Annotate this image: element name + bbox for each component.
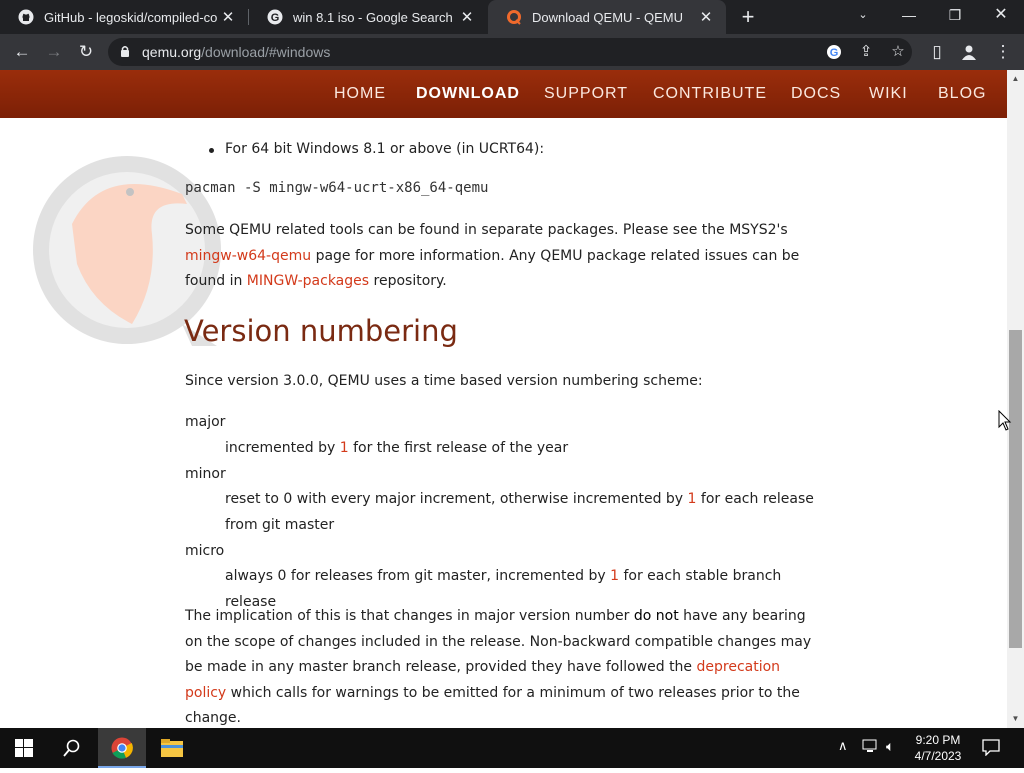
bullet-text-64bit: For 64 bit Windows 8.1 or above (in UCRT…	[225, 141, 545, 157]
system-clock[interactable]: 9:20 PM 4/7/2023	[905, 732, 971, 764]
tab-title: GitHub - legoskid/compiled-colla	[44, 9, 218, 25]
nav-download[interactable]: DOWNLOAD	[416, 85, 520, 103]
tab-qemu-download[interactable]: Download QEMU - QEMU ✕	[488, 0, 726, 34]
code-command: pacman -S mingw-w64-ucrt-x86_64-qemu	[185, 180, 489, 196]
scrollbar-thumb[interactable]	[1009, 330, 1022, 648]
mouse-cursor-icon	[998, 410, 1012, 431]
nav-blog[interactable]: BLOG	[938, 85, 986, 103]
nav-contribute[interactable]: CONTRIBUTE	[653, 85, 767, 103]
mingw-packages-link[interactable]: MINGW-packages	[247, 273, 369, 289]
search-icon[interactable]	[48, 728, 96, 768]
mingw-w64-qemu-link[interactable]: mingw-w64-qemu	[185, 248, 311, 264]
scroll-down-arrow-icon[interactable]: ▼	[1007, 712, 1024, 726]
site-navigation: HOME DOWNLOAD SUPPORT CONTRIBUTE DOCS WI…	[0, 70, 1007, 118]
tab-title: Download QEMU - QEMU	[532, 9, 683, 25]
volume-icon[interactable]: 🔈︎	[886, 738, 894, 755]
version-numbering-heading: Version numbering	[184, 314, 458, 348]
definition-minor: reset to 0 with every major increment, o…	[225, 491, 814, 533]
close-window-button[interactable]: ✕	[978, 0, 1024, 30]
back-icon[interactable]: ←	[10, 34, 34, 70]
clock-time: 9:20 PM	[915, 733, 961, 747]
close-tab-icon[interactable]: ✕	[218, 8, 238, 26]
close-tab-icon[interactable]: ✕	[696, 8, 716, 26]
restore-button[interactable]: ❐	[932, 0, 978, 30]
windows-taskbar: ∧ 🔈︎ 9:20 PM 4/7/2023	[0, 728, 1024, 768]
google-lens-icon[interactable]: G	[823, 38, 845, 66]
address-bar[interactable]: qemu.org/download/#windows G ⇪ ☆	[108, 38, 912, 66]
tools-paragraph: Some QEMU related tools can be found in …	[185, 222, 800, 289]
bullet-dot	[209, 148, 214, 153]
page-content: For 64 bit Windows 8.1 or above (in UCRT…	[0, 118, 1007, 728]
tab-search-icon[interactable]: ⌄	[840, 0, 886, 30]
chrome-taskbar-icon[interactable]	[98, 728, 146, 768]
share-icon[interactable]: ⇪	[855, 38, 877, 66]
minimize-button[interactable]: —	[886, 0, 932, 30]
side-panel-icon[interactable]: ▯	[925, 34, 949, 70]
page-scrollbar[interactable]: ▲ ▼	[1007, 70, 1024, 728]
network-icon[interactable]	[862, 738, 880, 759]
profile-icon[interactable]	[957, 34, 981, 70]
tab-google-search[interactable]: G win 8.1 iso - Google Search ✕	[249, 0, 487, 34]
reload-icon[interactable]: ↻	[74, 34, 98, 70]
show-hidden-icons-icon[interactable]: ∧	[838, 738, 848, 754]
since-paragraph: Since version 3.0.0, QEMU uses a time ba…	[185, 373, 703, 389]
file-explorer-icon[interactable]	[148, 728, 196, 768]
definition-major: incremented by 1 for the first release o…	[225, 440, 569, 456]
qemu-icon	[507, 10, 521, 25]
close-tab-icon[interactable]: ✕	[457, 8, 477, 26]
url-text[interactable]: qemu.org/download/#windows	[142, 44, 330, 60]
nav-support[interactable]: SUPPORT	[544, 85, 628, 103]
windows-start-icon[interactable]	[0, 728, 48, 768]
tab-title: win 8.1 iso - Google Search	[293, 9, 453, 25]
browser-tab-strip: GitHub - legoskid/compiled-colla ✕ G win…	[0, 0, 1024, 34]
scroll-up-arrow-icon[interactable]: ▲	[1007, 72, 1024, 86]
nav-docs[interactable]: DOCS	[791, 85, 841, 103]
term-major: major	[185, 414, 226, 430]
implication-paragraph: The implication of this is that changes …	[185, 608, 812, 726]
term-minor: minor	[185, 466, 226, 482]
bookmark-star-icon[interactable]: ☆	[887, 38, 909, 66]
google-icon: G	[267, 9, 283, 25]
tab-github[interactable]: GitHub - legoskid/compiled-colla ✕	[0, 0, 248, 34]
menu-icon[interactable]: ⋮	[991, 34, 1015, 70]
forward-icon[interactable]: →	[42, 34, 66, 70]
term-micro: micro	[185, 543, 225, 559]
clock-date: 4/7/2023	[914, 749, 962, 763]
lock-icon	[121, 46, 129, 57]
nav-home[interactable]: HOME	[334, 85, 386, 103]
nav-wiki[interactable]: WIKI	[869, 85, 908, 103]
browser-toolbar: ← → ↻ qemu.org/download/#windows G ⇪ ☆ ▯…	[0, 34, 1024, 70]
svg-text:G: G	[830, 47, 839, 59]
new-tab-button[interactable]: +	[736, 4, 760, 30]
notification-center-icon[interactable]	[982, 738, 1000, 761]
svg-text:G: G	[271, 12, 280, 24]
github-icon	[18, 9, 34, 25]
